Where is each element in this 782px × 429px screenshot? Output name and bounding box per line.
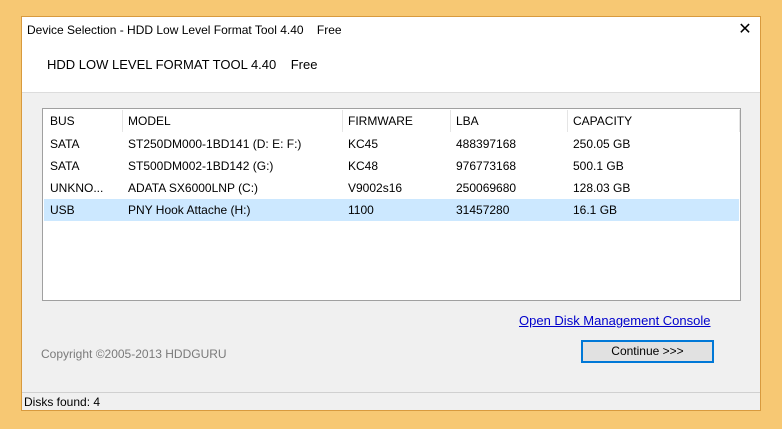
title-bar: Device Selection - HDD Low Level Format … [22, 17, 760, 43]
table-row[interactable]: SATA ST500DM002-1BD142 (G:) KC48 9767731… [44, 155, 739, 177]
column-separator[interactable] [450, 110, 451, 132]
device-selection-window: Device Selection - HDD Low Level Format … [21, 16, 761, 411]
column-header-firmware[interactable]: FIRMWARE [348, 114, 413, 128]
status-bar: Disks found: 4 [22, 392, 760, 410]
capacity-cell: 128.03 GB [573, 181, 631, 195]
close-icon[interactable]: ✕ [730, 17, 760, 43]
lba-cell: 976773168 [456, 159, 517, 173]
model-cell: ST250DM000-1BD141 (D: E: F:) [128, 137, 302, 151]
window-title: Device Selection - HDD Low Level Format … [27, 23, 342, 37]
table-row[interactable]: UNKNO... ADATA SX6000LNP (C:) V9002s16 2… [44, 177, 739, 199]
capacity-cell: 250.05 GB [573, 137, 631, 151]
column-header-lba[interactable]: LBA [456, 114, 479, 128]
disks-found-status: Disks found: 4 [24, 395, 101, 409]
column-header-capacity[interactable]: CAPACITY [573, 114, 632, 128]
lba-cell: 488397168 [456, 137, 517, 151]
model-cell: ST500DM002-1BD142 (G:) [128, 159, 274, 173]
firmware-cell: 1100 [348, 203, 374, 217]
capacity-cell: 16.1 GB [573, 203, 618, 217]
app-header: HDD LOW LEVEL FORMAT TOOL 4.40 Free [22, 43, 760, 93]
app-title: HDD LOW LEVEL FORMAT TOOL 4.40 Free [47, 57, 318, 72]
firmware-cell: KC48 [348, 159, 379, 173]
table-row[interactable]: SATA ST250DM000-1BD141 (D: E: F:) KC45 4… [44, 133, 739, 155]
column-header-bus[interactable]: BUS [50, 114, 75, 128]
model-cell: PNY Hook Attache (H:) [128, 203, 251, 217]
bus-cell: UNKNO... [50, 181, 104, 195]
column-separator[interactable] [122, 110, 123, 132]
lba-cell: 250069680 [456, 181, 517, 195]
bus-cell: USB [50, 203, 75, 217]
bus-cell: SATA [50, 159, 80, 173]
column-separator[interactable] [342, 110, 343, 132]
column-separator[interactable] [567, 110, 568, 132]
bus-cell: SATA [50, 137, 80, 151]
copyright-text: Copyright ©2005-2013 HDDGURU [41, 347, 227, 361]
table-header: BUS MODEL FIRMWARE LBA CAPACITY [44, 110, 740, 132]
capacity-cell: 500.1 GB [573, 159, 624, 173]
lba-cell: 31457280 [456, 203, 510, 217]
column-separator[interactable] [739, 110, 740, 132]
open-disk-management-link[interactable]: Open Disk Management Console [519, 313, 711, 328]
continue-button[interactable]: Continue >>> [581, 340, 714, 363]
device-list[interactable]: BUS MODEL FIRMWARE LBA CAPACITY SATA ST2… [42, 108, 741, 301]
firmware-cell: KC45 [348, 137, 379, 151]
table-row-selected[interactable]: USB PNY Hook Attache (H:) 1100 31457280 … [44, 199, 739, 221]
column-header-model[interactable]: MODEL [128, 114, 171, 128]
firmware-cell: V9002s16 [348, 181, 403, 195]
model-cell: ADATA SX6000LNP (C:) [128, 181, 259, 195]
